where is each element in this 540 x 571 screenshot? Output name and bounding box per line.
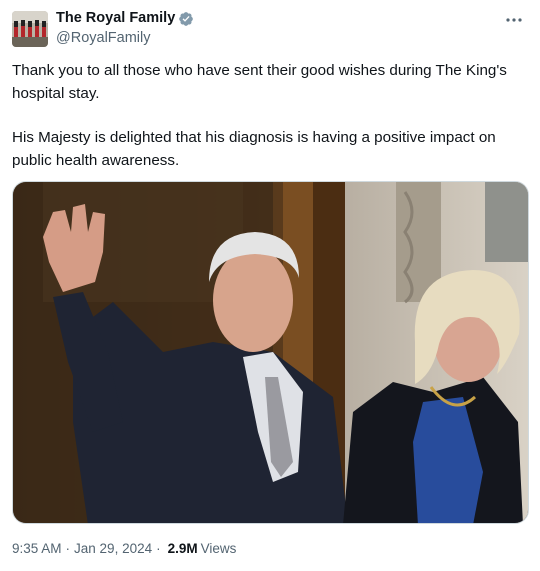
- author-names: The Royal Family @RoyalFamily: [56, 10, 194, 47]
- guards-avatar-icon: [12, 11, 48, 47]
- views-count[interactable]: 2.9M: [168, 541, 198, 556]
- meta-separator: ·: [156, 541, 161, 556]
- tweet-card: The Royal Family @RoyalFamily Thank you …: [0, 0, 540, 571]
- tweet-paragraph-2: His Majesty is delighted that his diagno…: [12, 129, 496, 169]
- meta-separator: ·: [65, 541, 71, 556]
- author-name[interactable]: The Royal Family: [56, 10, 175, 27]
- author-name-row: The Royal Family: [56, 10, 194, 27]
- tweet-time[interactable]: 9:35 AM: [12, 541, 62, 556]
- avatar[interactable]: [12, 11, 48, 47]
- tweet-photo[interactable]: [12, 181, 529, 524]
- photo-image: [13, 182, 528, 523]
- views-label: Views: [200, 541, 237, 556]
- tweet-meta: 9:35 AM · Jan 29, 2024 · 2.9M Views: [12, 541, 236, 556]
- tweet-header: The Royal Family @RoyalFamily: [12, 10, 528, 50]
- verified-badge-icon[interactable]: [178, 11, 194, 27]
- tweet-text: Thank you to all those who have sent the…: [12, 60, 530, 194]
- more-options-icon[interactable]: [504, 12, 524, 28]
- tweet-paragraph-1: Thank you to all those who have sent the…: [12, 62, 507, 102]
- tweet-date[interactable]: Jan 29, 2024: [74, 541, 152, 556]
- author-handle[interactable]: @RoyalFamily: [56, 30, 194, 47]
